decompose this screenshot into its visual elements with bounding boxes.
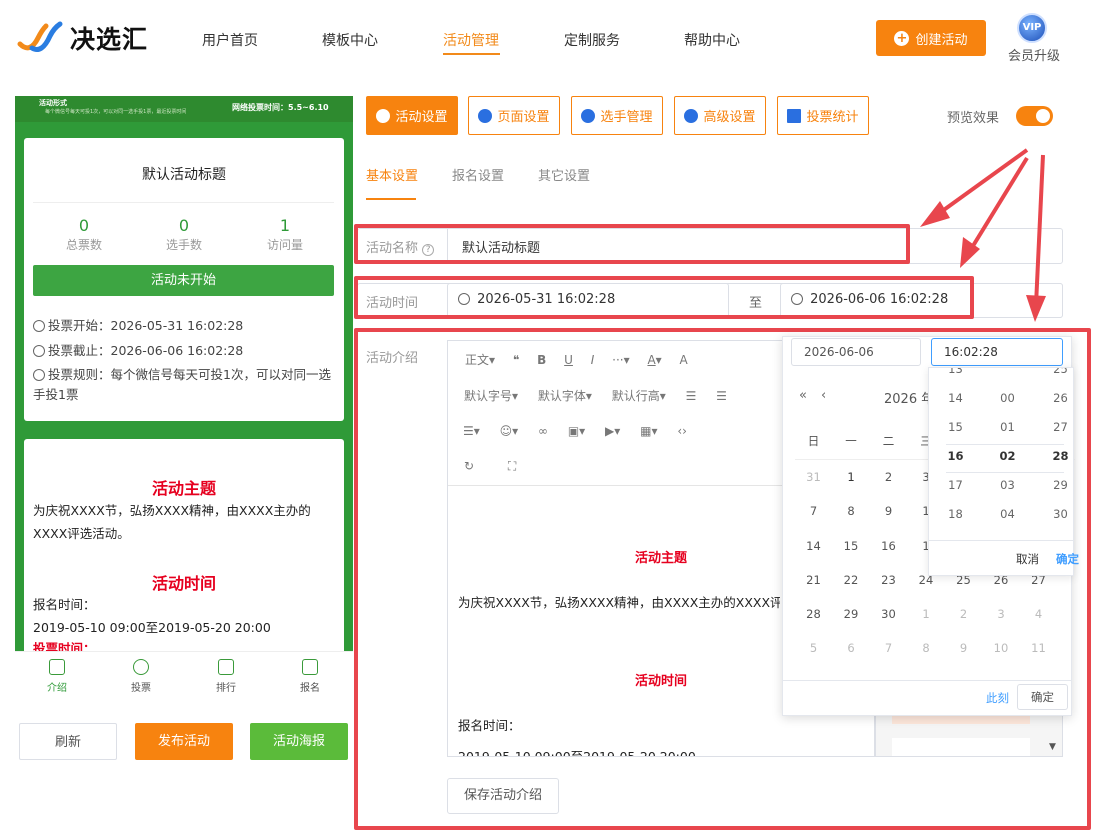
arrow-head	[920, 201, 950, 227]
arrow-head	[1026, 295, 1046, 322]
annotation-arrows	[920, 148, 1046, 322]
arrow-line	[1034, 154, 1045, 306]
